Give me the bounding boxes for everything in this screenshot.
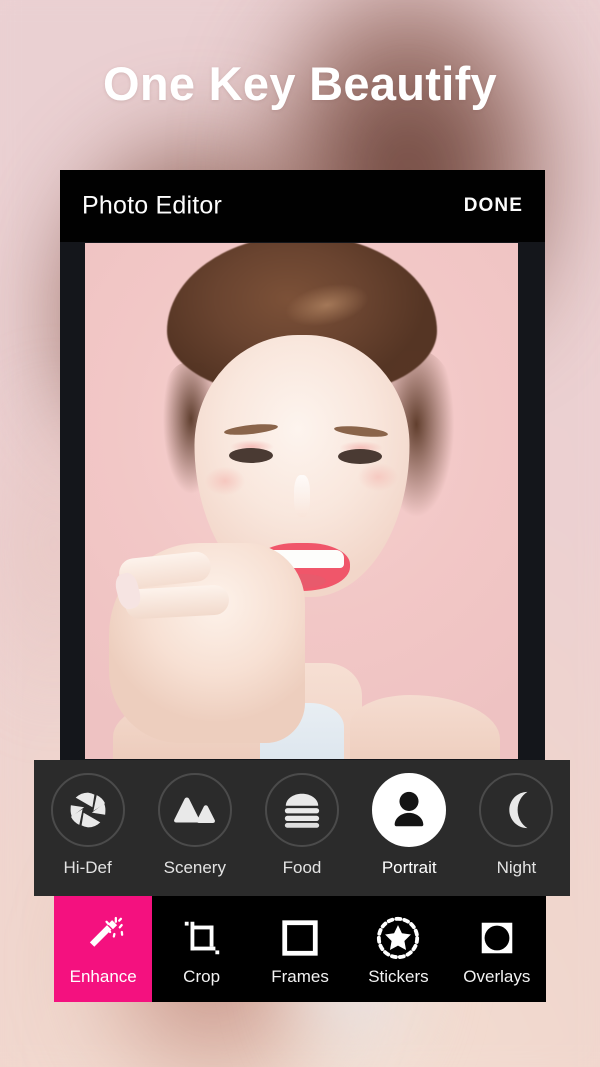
photo-cheek-right [350, 457, 406, 497]
filter-item-hi-def[interactable]: Hi-Def [34, 760, 141, 878]
photo-nose [293, 475, 310, 517]
tool-label: Enhance [69, 967, 137, 986]
filter-presets-panel: Hi-Def Scenery Food Portrait Night [34, 760, 570, 896]
circle-overlay-icon [476, 911, 518, 965]
square-frame-icon [279, 911, 321, 965]
mountains-icon [157, 773, 232, 847]
editor-toolbar: Enhance Crop Frames Stickers Overlays [54, 896, 546, 1002]
burger-icon [265, 773, 339, 847]
filter-item-scenery[interactable]: Scenery [141, 760, 248, 878]
magic-wand-icon [80, 911, 126, 965]
filter-label: Portrait [381, 858, 437, 877]
done-button[interactable]: DONE [464, 195, 523, 217]
tool-label: Overlays [463, 967, 531, 986]
aperture-icon-svg [70, 792, 106, 828]
tool-item-frames[interactable]: Frames [251, 896, 349, 1002]
crescent-moon-icon [479, 773, 554, 847]
photo-finger-lower [124, 584, 230, 620]
circle-overlay-icon-svg [481, 922, 513, 954]
photo-canvas[interactable] [60, 242, 545, 761]
edited-photo [85, 243, 518, 759]
promo-headline: One Key Beautify [103, 57, 497, 110]
app-bar: Photo Editor DONE [60, 170, 545, 242]
square-frame-icon-svg [282, 920, 318, 956]
tool-label: Stickers [368, 967, 429, 986]
star-sticker-icon [375, 911, 421, 965]
photo-cheek-left [197, 461, 253, 501]
person-icon-svg [394, 791, 424, 827]
crop-icon-svg [184, 921, 219, 955]
filter-item-food[interactable]: Food [248, 760, 355, 878]
magic-wand-icon-svg [90, 916, 124, 947]
app-title: Photo Editor [82, 191, 222, 220]
filter-item-night[interactable]: Night [463, 760, 570, 878]
star-sticker-icon-svg [377, 916, 420, 960]
crescent-moon-icon-svg [509, 791, 528, 829]
filter-label: Hi-Def [63, 858, 112, 877]
filter-label: Night [496, 858, 537, 877]
filter-item-portrait[interactable]: Portrait [356, 760, 463, 878]
tool-label: Crop [183, 967, 221, 986]
aperture-icon [50, 773, 125, 847]
mountains-icon-svg [173, 797, 215, 823]
tool-item-crop[interactable]: Crop [152, 896, 250, 1002]
tool-item-overlays[interactable]: Overlays [448, 896, 546, 1002]
tool-label: Frames [271, 967, 329, 986]
filter-label: Food [282, 858, 322, 877]
photo-eye-left [229, 448, 273, 463]
crop-icon [180, 911, 224, 965]
person-icon [372, 773, 447, 847]
tool-item-enhance[interactable]: Enhance [54, 896, 153, 1002]
filter-label: Scenery [163, 858, 226, 877]
burger-icon-svg [284, 793, 320, 828]
tool-item-stickers[interactable]: Stickers [349, 896, 447, 1002]
